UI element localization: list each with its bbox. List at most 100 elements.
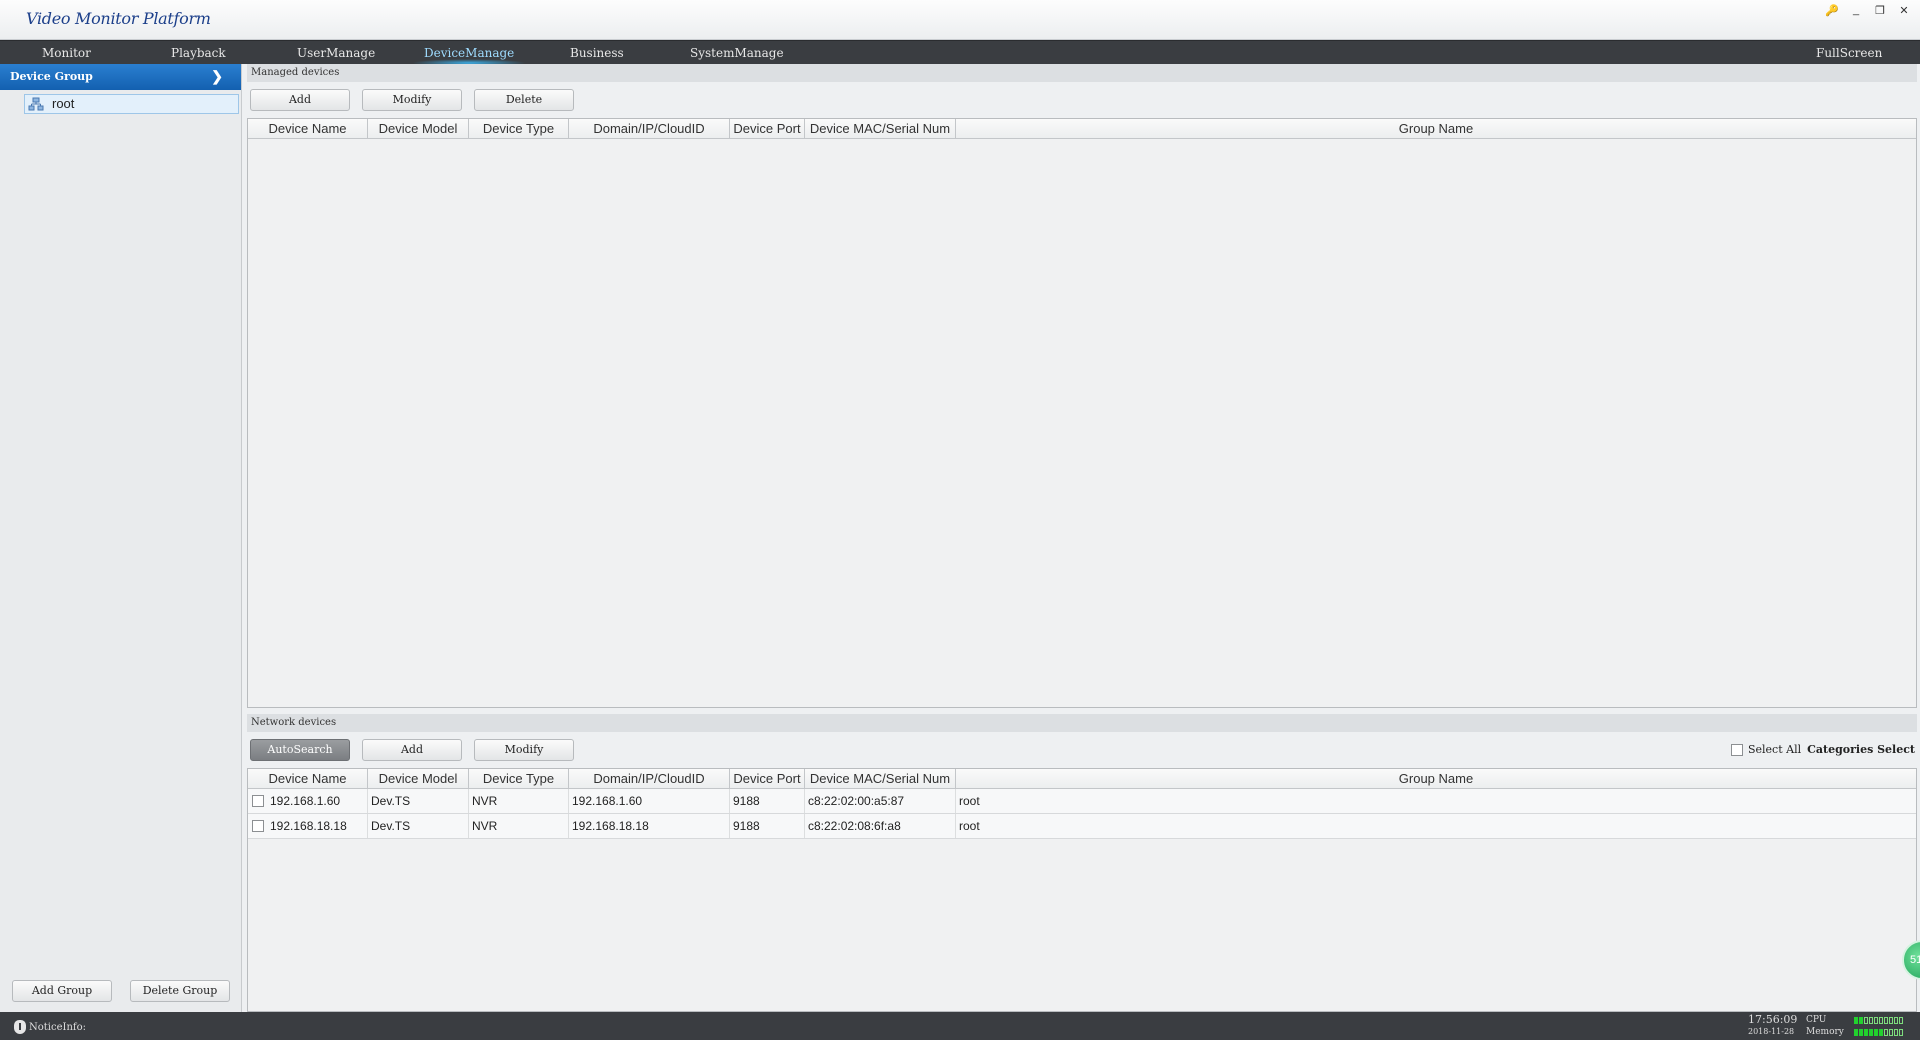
col-device-type[interactable]: Device Type bbox=[469, 769, 569, 788]
meter-segment bbox=[1889, 1016, 1893, 1024]
restore-icon[interactable]: ❐ bbox=[1870, 2, 1890, 18]
autosearch-button[interactable]: AutoSearch bbox=[250, 739, 350, 761]
cell-group-name: root bbox=[959, 819, 980, 833]
delete-group-button[interactable]: Delete Group bbox=[130, 980, 230, 1002]
menu-systemmanage[interactable]: SystemManage bbox=[690, 41, 784, 65]
managed-add-button[interactable]: Add bbox=[250, 89, 350, 111]
meter-segment bbox=[1879, 1016, 1883, 1024]
table-header: Device Name Device Model Device Type Dom… bbox=[248, 119, 1916, 139]
cell-domain: 192.168.1.60 bbox=[569, 789, 730, 813]
managed-modify-button[interactable]: Modify bbox=[362, 89, 462, 111]
row-checkbox[interactable] bbox=[252, 820, 264, 832]
managed-delete-button[interactable]: Delete bbox=[474, 89, 574, 111]
tree-node-root[interactable]: root bbox=[24, 94, 239, 114]
col-mac[interactable]: Device MAC/Serial Num bbox=[805, 119, 956, 138]
network-devices-table[interactable]: Device Name Device Model Device Type Dom… bbox=[247, 768, 1917, 1012]
col-device-name[interactable]: Device Name bbox=[248, 769, 368, 788]
categories-select[interactable]: Categories Select bbox=[1807, 743, 1915, 756]
cell-mac: c8:22:02:00:a5:87 bbox=[805, 789, 956, 813]
col-domain[interactable]: Domain/IP/CloudID bbox=[569, 769, 730, 788]
network-add-button[interactable]: Add bbox=[362, 739, 462, 761]
cell-device-name: 192.168.1.60 bbox=[248, 789, 368, 813]
meter-segment bbox=[1874, 1028, 1878, 1036]
chevron-right-icon: ❯ bbox=[211, 69, 223, 85]
meter-segment bbox=[1864, 1028, 1868, 1036]
network-modify-button[interactable]: Modify bbox=[474, 739, 574, 761]
menu-playback[interactable]: Playback bbox=[171, 41, 226, 65]
col-mac[interactable]: Device MAC/Serial Num bbox=[805, 769, 956, 788]
managed-devices-table[interactable]: Device Name Device Model Device Type Dom… bbox=[247, 118, 1917, 708]
main-menu: Monitor Playback UserManage DeviceManage… bbox=[0, 40, 1920, 67]
clock-date: 2018-11-28 bbox=[1748, 1027, 1795, 1036]
title-bar: Video Monitor Platform 🔑 _ ❐ ✕ bbox=[0, 0, 1920, 40]
meter-segment bbox=[1894, 1016, 1898, 1024]
notice-label: NoticeInfo: bbox=[29, 1021, 86, 1033]
col-device-name[interactable]: Device Name bbox=[248, 119, 368, 138]
app-title: Video Monitor Platform bbox=[26, 9, 211, 28]
col-group-name[interactable]: Group Name bbox=[956, 769, 1916, 788]
meter-segment bbox=[1884, 1016, 1888, 1024]
select-all-label: Select All bbox=[1747, 743, 1802, 756]
minimize-icon[interactable]: _ bbox=[1846, 2, 1866, 18]
device-group-sidebar: Device Group ❯ root Add Group Delete Gro… bbox=[0, 64, 242, 1012]
network-toolbar: AutoSearch Add Modify Select All Categor… bbox=[247, 732, 1917, 768]
col-device-model[interactable]: Device Model bbox=[368, 769, 469, 788]
meter-segment bbox=[1864, 1016, 1868, 1024]
col-domain[interactable]: Domain/IP/CloudID bbox=[569, 119, 730, 138]
tree-node-label: root bbox=[52, 96, 75, 111]
meter-segment bbox=[1874, 1016, 1878, 1024]
status-bar: NoticeInfo: 17:56:09 2018-11-28 CPU Memo… bbox=[0, 1012, 1920, 1040]
cpu-label: CPU bbox=[1806, 1015, 1827, 1025]
menu-business[interactable]: Business bbox=[570, 41, 624, 65]
device-name-value: 192.168.18.18 bbox=[270, 819, 347, 833]
cell-domain: 192.168.18.18 bbox=[569, 814, 730, 838]
managed-toolbar: Add Modify Delete bbox=[247, 82, 1917, 118]
select-all-control[interactable]: Select All Categories Select bbox=[1730, 743, 1915, 756]
select-all-checkbox[interactable] bbox=[1730, 743, 1743, 756]
meter-segment bbox=[1869, 1016, 1873, 1024]
meter-segment bbox=[1894, 1028, 1898, 1036]
sidebar-footer: Add Group Delete Group bbox=[0, 980, 242, 1002]
fullscreen-button[interactable]: FullScreen bbox=[1816, 41, 1882, 65]
memory-label: Memory bbox=[1806, 1027, 1844, 1037]
cell-device-port: 9188 bbox=[730, 814, 805, 838]
memory-meter bbox=[1854, 1028, 1903, 1036]
notice-info: NoticeInfo: bbox=[14, 1020, 86, 1034]
meter-segment bbox=[1854, 1016, 1858, 1024]
cell-device-model: Dev.TS bbox=[368, 789, 469, 813]
col-device-model[interactable]: Device Model bbox=[368, 119, 469, 138]
group-tree-icon bbox=[28, 97, 44, 111]
cell-device-type: NVR bbox=[469, 814, 569, 838]
meter-segment bbox=[1859, 1016, 1863, 1024]
menu-devicemanage[interactable]: DeviceManage bbox=[411, 41, 527, 67]
meter-segment bbox=[1899, 1016, 1903, 1024]
device-group-title: Device Group bbox=[10, 70, 93, 83]
shield-icon bbox=[14, 1020, 26, 1034]
resource-meters: CPU Memory bbox=[1806, 1014, 1903, 1038]
table-header: Device Name Device Model Device Type Dom… bbox=[248, 769, 1916, 789]
table-row[interactable]: 192.168.18.18 Dev.TS NVR 192.168.18.18 9… bbox=[248, 814, 1916, 839]
meter-segment bbox=[1854, 1028, 1858, 1036]
add-group-button[interactable]: Add Group bbox=[12, 980, 112, 1002]
cell-device-name: 192.168.18.18 bbox=[248, 814, 368, 838]
managed-devices-title: Managed devices bbox=[247, 64, 1917, 82]
meter-segment bbox=[1884, 1028, 1888, 1036]
row-checkbox[interactable] bbox=[252, 795, 264, 807]
pin-icon[interactable]: 🔑 bbox=[1822, 2, 1842, 18]
cell-group-name: root bbox=[959, 794, 980, 808]
cell-device-type: NVR bbox=[469, 789, 569, 813]
close-icon[interactable]: ✕ bbox=[1894, 2, 1914, 18]
clock: 17:56:09 2018-11-28 bbox=[1748, 1014, 1797, 1038]
device-name-value: 192.168.1.60 bbox=[270, 794, 341, 808]
col-group-name[interactable]: Group Name bbox=[956, 119, 1916, 138]
device-group-header[interactable]: Device Group ❯ bbox=[0, 64, 241, 90]
table-row[interactable]: 192.168.1.60 Dev.TS NVR 192.168.1.60 918… bbox=[248, 789, 1916, 814]
meter-segment bbox=[1899, 1028, 1903, 1036]
menu-usermanage[interactable]: UserManage bbox=[297, 41, 375, 65]
network-devices-title: Network devices bbox=[247, 714, 1917, 732]
col-device-port[interactable]: Device Port bbox=[730, 769, 805, 788]
menu-monitor[interactable]: Monitor bbox=[42, 41, 91, 65]
col-device-port[interactable]: Device Port bbox=[730, 119, 805, 138]
cell-device-model: Dev.TS bbox=[368, 814, 469, 838]
col-device-type[interactable]: Device Type bbox=[469, 119, 569, 138]
